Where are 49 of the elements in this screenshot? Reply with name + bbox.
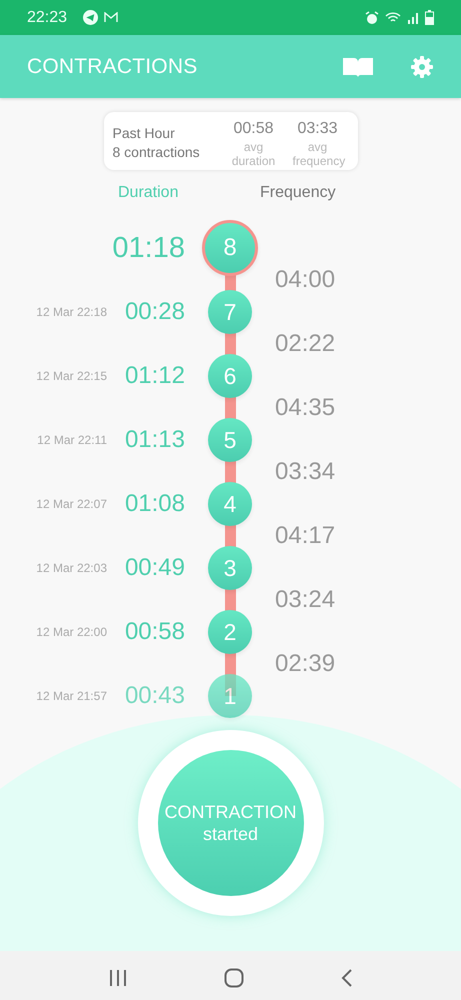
frequency-value: 04:00 bbox=[275, 266, 336, 294]
duration-value: 00:28 bbox=[124, 298, 186, 326]
mail-icon bbox=[104, 12, 118, 23]
alarm-icon bbox=[365, 10, 379, 24]
duration-value: 01:13 bbox=[124, 426, 186, 454]
duration-value: 00:49 bbox=[124, 554, 186, 582]
contraction-node[interactable]: 3 bbox=[208, 546, 252, 590]
start-time: 12 Mar 22:18 bbox=[36, 305, 108, 319]
frequency-header: Frequency bbox=[260, 184, 337, 203]
frequency-value: 02:22 bbox=[275, 330, 336, 358]
frequency-value: 02:39 bbox=[275, 650, 336, 678]
contraction-button[interactable]: CONTRACTION started bbox=[158, 750, 304, 896]
duration-value: 01:08 bbox=[124, 490, 186, 518]
duration-header: Duration bbox=[118, 184, 178, 203]
signal-icon bbox=[407, 12, 419, 24]
start-time: 12 Mar 22:00 bbox=[36, 625, 108, 639]
battery-icon bbox=[425, 10, 434, 25]
contraction-node[interactable]: 7 bbox=[208, 290, 252, 334]
start-time: 12 Mar 22:07 bbox=[36, 497, 108, 511]
frequency-value: 04:35 bbox=[275, 394, 336, 422]
duration-value: 01:12 bbox=[124, 362, 186, 390]
duration-value: 00:58 bbox=[124, 618, 186, 646]
contraction-node[interactable]: 1 bbox=[208, 674, 252, 718]
contraction-node[interactable]: 5 bbox=[208, 418, 252, 462]
contraction-node[interactable]: 6 bbox=[208, 354, 252, 398]
start-time: 12 Mar 22:11 bbox=[37, 433, 108, 447]
stat-label: avg duration bbox=[230, 140, 276, 168]
stat-value: 00:58 bbox=[233, 120, 274, 138]
stat-value: 03:33 bbox=[297, 120, 338, 138]
contraction-node[interactable]: 4 bbox=[208, 482, 252, 526]
contraction-node[interactable]: 8 bbox=[202, 220, 258, 276]
period-label: Past Hour bbox=[112, 124, 176, 143]
home-icon[interactable] bbox=[224, 968, 244, 988]
frequency-value: 03:24 bbox=[275, 586, 336, 614]
recent-apps-icon[interactable] bbox=[108, 969, 126, 987]
clock-time: 22:23 bbox=[27, 8, 68, 26]
app-title: CONTRACTIONS bbox=[27, 54, 198, 78]
back-icon[interactable] bbox=[340, 969, 352, 987]
start-time: 12 Mar 22:03 bbox=[36, 561, 108, 575]
wifi-icon bbox=[385, 11, 401, 24]
duration-value: 01:18 bbox=[112, 232, 186, 264]
frequency-value: 03:34 bbox=[275, 458, 336, 486]
start-time: 12 Mar 21:57 bbox=[36, 689, 108, 703]
frequency-value: 04:17 bbox=[275, 522, 336, 550]
duration-value: 00:43 bbox=[124, 682, 186, 710]
paper-plane-icon bbox=[83, 10, 98, 25]
contraction-node[interactable]: 2 bbox=[208, 610, 252, 654]
start-time: 12 Mar 22:15 bbox=[36, 369, 108, 383]
contraction-count: 8 contractions bbox=[112, 143, 201, 162]
